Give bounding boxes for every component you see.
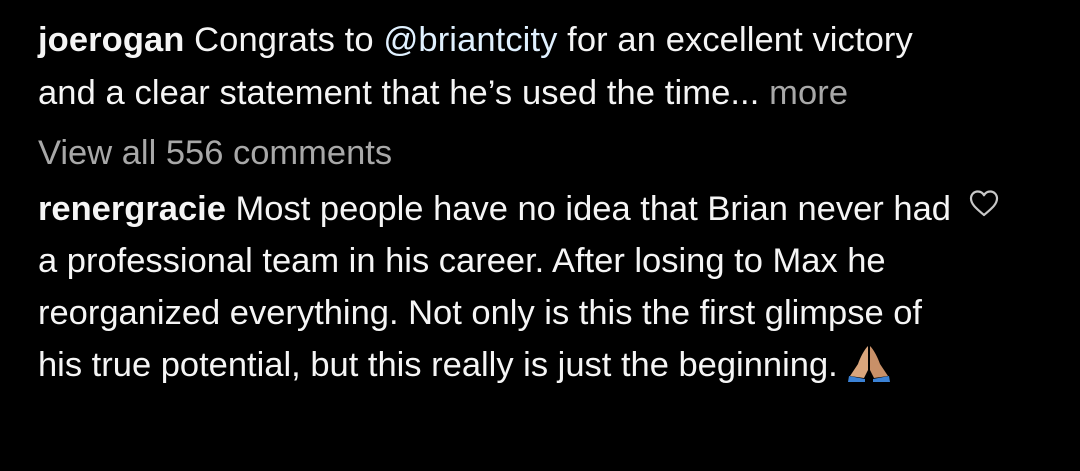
caption-text-start: Congrats to xyxy=(184,21,384,59)
caption-mention-link[interactable]: @briantcity xyxy=(383,21,557,59)
post-caption: joerogan Congrats to @briantcity for an … xyxy=(38,14,1048,120)
caption-more-button[interactable]: more xyxy=(759,74,848,112)
caption-ellipsis: ... xyxy=(730,74,760,112)
comment-item: renergracie Most people have no idea tha… xyxy=(38,183,968,391)
view-all-comments-link[interactable]: View all 556 comments xyxy=(38,127,1048,179)
caption-text-line1-end: for an excellent victory xyxy=(557,21,913,59)
folded-hands-icon xyxy=(846,342,892,382)
caption-text-line2: and a clear statement that he’s used the… xyxy=(38,74,731,112)
comment-username[interactable]: renergracie xyxy=(38,190,226,228)
like-comment-heart-icon[interactable] xyxy=(968,188,1000,218)
caption-username[interactable]: joerogan xyxy=(38,21,184,59)
post-comments-section: joerogan Congrats to @briantcity for an … xyxy=(38,0,1048,391)
